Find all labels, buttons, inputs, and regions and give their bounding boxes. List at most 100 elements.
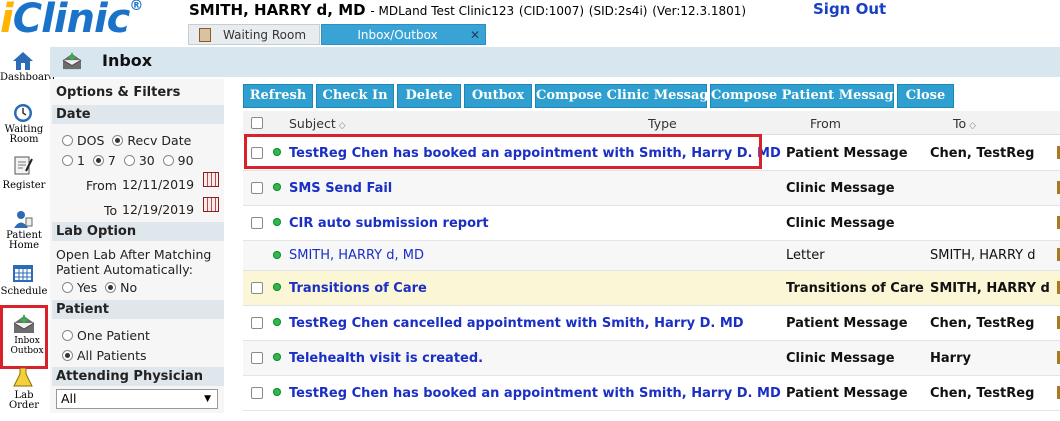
column-label: Subject <box>289 116 336 131</box>
from-date-field[interactable]: 12/11/2019 <box>122 177 204 195</box>
calendar-icon[interactable] <box>203 172 219 187</box>
radio-dos[interactable] <box>62 135 73 146</box>
nav-label: Schedule <box>0 286 48 297</box>
physician-section-header: Attending Physician <box>52 367 224 386</box>
table-row[interactable]: CIR auto submission report Clinic Messag… <box>243 206 1060 241</box>
outbox-button[interactable]: Outbox <box>464 84 532 108</box>
patient-icon <box>14 211 33 228</box>
clinic-id: (CID:1007) <box>518 4 585 18</box>
annotation-highlight <box>244 134 762 169</box>
tab-inbox-outbox[interactable]: Inbox/Outbox ✕ <box>321 24 486 45</box>
nav-patient-home[interactable]: Patient Home <box>0 205 48 261</box>
status-dot-icon <box>273 388 281 396</box>
message-from: Patient Message <box>786 316 908 331</box>
nav-label: Dashboard <box>0 72 56 83</box>
calendar-icon[interactable] <box>203 197 219 212</box>
select-all-checkbox[interactable] <box>251 117 263 129</box>
compose-patient-message-button[interactable]: Compose Patient Message <box>710 84 902 108</box>
status-dot-icon <box>273 283 281 291</box>
tab-label: Waiting Room <box>223 28 307 42</box>
radio-one-patient[interactable] <box>62 330 73 341</box>
close-button[interactable]: Close <box>897 84 954 108</box>
refresh-button[interactable]: Refresh <box>243 84 313 108</box>
nav-label: Register <box>2 180 46 191</box>
table-row[interactable]: SMITH, HARRY d, MD Letter SMITH, HARRY d <box>243 241 1060 271</box>
row-checkbox[interactable] <box>251 217 263 229</box>
home-icon <box>13 52 33 70</box>
lab-radio-row: Yes No <box>62 280 137 295</box>
nav-inbox-outbox[interactable]: Inbox Outbox <box>0 305 48 369</box>
nav-register[interactable]: Register <box>0 151 48 207</box>
message-to: Chen, TestReg <box>930 316 1035 331</box>
message-subject[interactable]: SMS Send Fail <box>289 181 392 196</box>
table-row[interactable]: SMS Send Fail Clinic Message <box>243 171 1060 206</box>
table-row[interactable]: TestReg Chen cancelled appointment with … <box>243 306 1060 341</box>
nav-label: Patient Home <box>6 230 42 251</box>
radio-label: One Patient <box>77 328 150 343</box>
iclinic-logo: iClinic® <box>0 0 143 42</box>
message-subject[interactable]: Transitions of Care <box>289 281 427 296</box>
nav-label: Waiting Room <box>4 124 44 145</box>
range-row: 1 7 30 90 <box>62 153 194 168</box>
table-row[interactable]: Transitions of Care Transitions of Care … <box>243 271 1060 306</box>
patient-section-header: Patient <box>52 300 224 319</box>
register-icon <box>14 156 33 175</box>
chevron-down-icon: ▼ <box>204 394 211 404</box>
radio-label: 30 <box>138 153 155 168</box>
row-checkbox[interactable] <box>251 387 263 399</box>
flask-icon <box>13 367 33 387</box>
compose-clinic-message-button[interactable]: Compose Clinic Message <box>535 84 717 108</box>
row-checkbox[interactable] <box>251 317 263 329</box>
lab-option-text: Patient Automatically: <box>56 262 193 277</box>
delete-button[interactable]: Delete <box>397 84 461 108</box>
row-checkbox[interactable] <box>251 282 263 294</box>
message-from: Clinic Message <box>786 216 895 231</box>
message-subject[interactable]: Telehealth visit is created. <box>289 351 483 366</box>
radio-lab-yes[interactable] <box>62 282 73 293</box>
message-subject[interactable]: TestReg Chen has booked an appointment w… <box>289 386 781 401</box>
row-checkbox[interactable] <box>251 182 263 194</box>
waiting-room-icon <box>199 28 211 42</box>
user-name: SMITH, HARRY d, MD <box>189 1 366 19</box>
lab-option-text: Open Lab After Matching <box>56 247 212 262</box>
message-from: Letter <box>786 248 825 263</box>
nav-rail: Dashboard Waiting Room Register Patient … <box>0 47 56 413</box>
nav-waiting-room[interactable]: Waiting Room <box>0 99 48 155</box>
nav-label: Inbox Outbox <box>10 336 44 356</box>
clock-icon <box>14 104 32 122</box>
column-subject[interactable]: Subject ◇ <box>289 116 346 131</box>
message-subject[interactable]: SMITH, HARRY d, MD <box>289 248 424 263</box>
message-subject[interactable]: CIR auto submission report <box>289 216 489 231</box>
message-from: Clinic Message <box>786 181 895 196</box>
to-date-field[interactable]: 12/19/2019 <box>122 202 204 220</box>
radio-label: Recv Date <box>127 133 192 148</box>
attending-physician-select[interactable]: All ▼ <box>56 389 218 409</box>
table-row[interactable]: Telehealth visit is created. Clinic Mess… <box>243 341 1060 376</box>
page-title: Inbox <box>102 51 153 70</box>
lab-section-header: Lab Option <box>52 222 224 241</box>
row-checkbox[interactable] <box>251 352 263 364</box>
to-label: To <box>104 203 118 218</box>
filters-header: Options & Filters <box>52 83 224 102</box>
column-from: From <box>810 116 841 131</box>
radio-range-30[interactable] <box>123 155 135 166</box>
column-to[interactable]: To ◇ <box>953 116 976 131</box>
check-in-button[interactable]: Check In <box>316 84 394 108</box>
radio-range-1[interactable] <box>62 155 73 166</box>
radio-lab-no[interactable] <box>105 282 117 293</box>
message-subject[interactable]: TestReg Chen cancelled appointment with … <box>289 316 744 331</box>
radio-label: 90 <box>177 153 194 168</box>
clinic-name: - MDLand Test Clinic123 <box>370 4 515 18</box>
message-to: SMITH, HARRY d <box>930 248 1036 263</box>
table-row[interactable]: TestReg Chen has booked an appointment w… <box>243 376 1060 411</box>
sign-out-link[interactable]: Sign Out <box>813 0 886 18</box>
tab-waiting-room[interactable]: Waiting Room <box>188 24 320 45</box>
close-icon[interactable]: ✕ <box>470 25 480 46</box>
radio-recv-date[interactable] <box>112 135 124 146</box>
nav-dashboard[interactable]: Dashboard <box>0 47 56 103</box>
radio-range-90[interactable] <box>162 155 174 166</box>
status-dot-icon <box>273 218 281 226</box>
column-type: Type <box>648 116 677 131</box>
radio-all-patients[interactable] <box>62 350 73 361</box>
radio-range-7[interactable] <box>92 155 104 166</box>
